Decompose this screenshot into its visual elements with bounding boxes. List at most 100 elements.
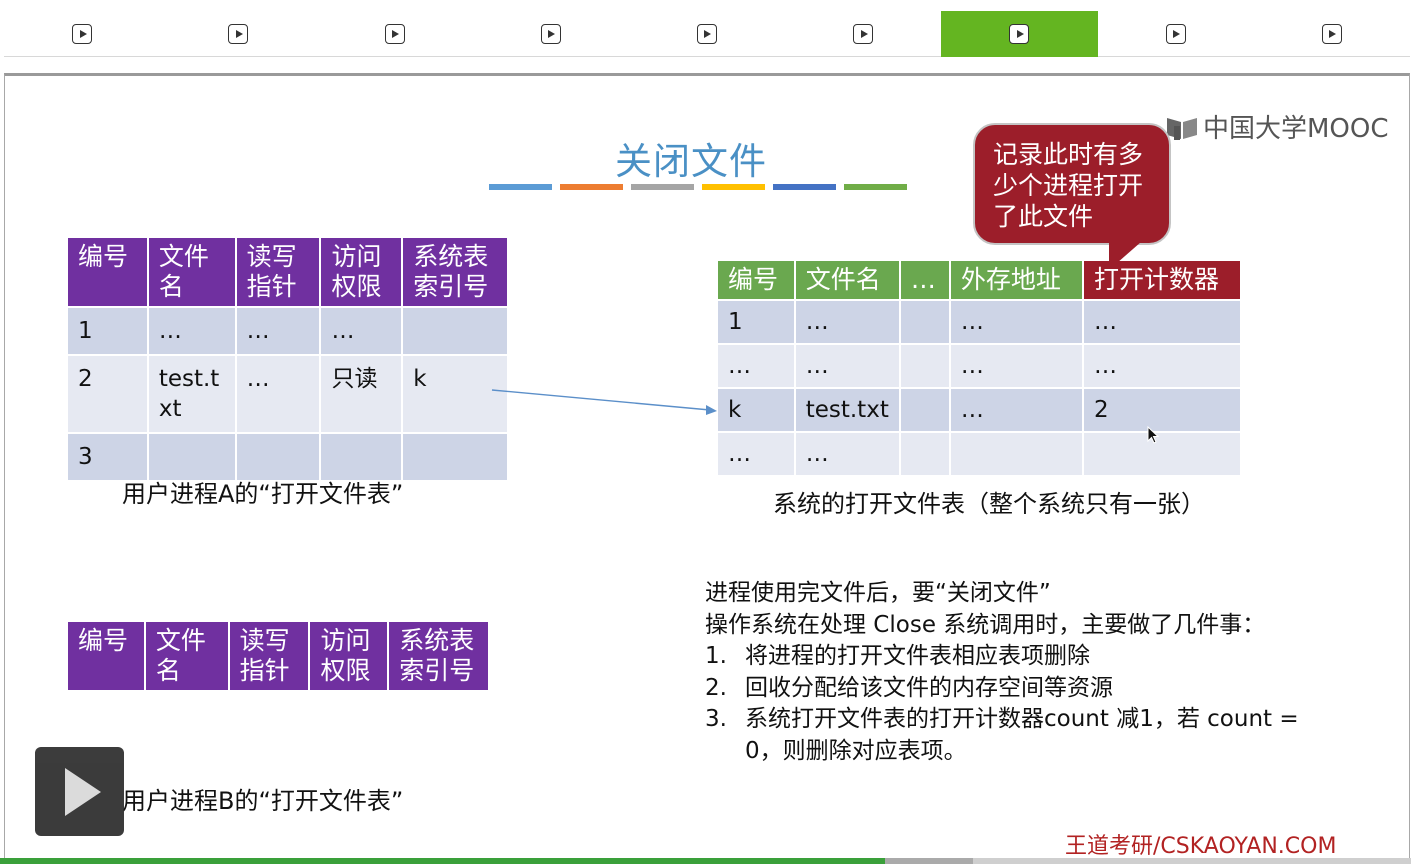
table-cell: … — [235, 306, 322, 355]
process-a-caption: 用户进程A的“打开文件表” — [122, 480, 404, 508]
play-button[interactable] — [35, 747, 124, 836]
table-cell — [899, 343, 951, 388]
header-text: 文件 — [155, 626, 206, 655]
table-cell: … — [794, 299, 901, 344]
header-text: 名 — [158, 272, 184, 301]
table-row: 1……… — [718, 299, 1242, 344]
header-text: 系统表 — [399, 626, 475, 655]
desc-item: 3. 系统打开文件表的打开计数器count 减1，若 count = 0，则删除… — [705, 704, 1299, 767]
callout-line: 记录此时有多 — [993, 140, 1144, 169]
slide: 中国大学MOOC 关闭文件 记录此时有多 少个进程打开 了此文件 编号 文件名读写… — [4, 73, 1410, 863]
desc-item-num: 2. — [705, 674, 727, 701]
table-cell — [899, 431, 951, 475]
header-text: 访问 — [320, 626, 371, 655]
table-header-cell: 文件名 — [147, 238, 237, 307]
desc-item-text: 将进程的打开文件表相应表项删除 — [745, 643, 1090, 669]
desc-item-text: 系统打开文件表的打开计数器count 减1，若 count = 0，则删除对应表… — [745, 704, 1299, 767]
chapter-nav-item[interactable] — [941, 11, 1098, 57]
desc-item-text-line: 系统打开文件表的打开计数器count 减1，若 count = — [745, 706, 1299, 732]
table-header-cell: 文件名 — [794, 261, 901, 300]
chapter-nav-item[interactable] — [785, 11, 941, 57]
chapter-nav-item[interactable] — [629, 11, 785, 57]
header-text: 系统表 — [413, 242, 489, 271]
mooc-logo: 中国大学MOOC — [1165, 108, 1389, 145]
table-cell: … — [949, 387, 1085, 432]
header-text: 指针 — [239, 656, 290, 685]
table-cell: 1 — [718, 299, 796, 344]
table-cell: … — [1083, 343, 1242, 388]
table-header-cell: 外存地址 — [949, 261, 1085, 300]
system-table-caption: 系统的打开文件表（整个系统只有一张） — [773, 490, 1205, 518]
play-icon — [64, 767, 101, 816]
header-text: 权限 — [331, 272, 382, 301]
header-text: 编号 — [78, 242, 129, 271]
book-logo-icon — [1167, 117, 1197, 140]
callout-line: 少个进程打开 — [993, 171, 1144, 200]
header-text: 读写 — [246, 242, 297, 271]
table-cell: … — [794, 343, 901, 388]
header-text: 索引号 — [413, 272, 489, 301]
header-text: 文件 — [158, 242, 209, 271]
desc-line: 操作系统在处理 Close 系统调用时，主要做了几件事： — [705, 611, 1266, 638]
table-row: 2 test.txt… 只读 k — [68, 354, 509, 433]
mouse-cursor-icon — [1147, 426, 1160, 444]
table-header-cell: 文件名 — [144, 622, 230, 690]
table-cell: k — [718, 387, 796, 432]
desc-item-num: 1. — [705, 643, 727, 669]
title-rule-segment — [702, 184, 765, 190]
table-cell: test.txt — [794, 387, 901, 432]
table-cell: 2 — [68, 354, 149, 433]
table-header-cell: … — [899, 261, 951, 300]
header-text: 指针 — [246, 272, 297, 301]
chapter-nav-item[interactable] — [1098, 11, 1254, 57]
table-cell — [320, 432, 404, 480]
callout-bubble: 记录此时有多 少个进程打开 了此文件 — [973, 123, 1171, 245]
table-header-cell: 编号 — [68, 238, 149, 307]
table-header-cell: 打开计数器 — [1083, 261, 1242, 300]
slide-title: 关闭文件 — [615, 140, 767, 183]
chapter-nav-item[interactable] — [1254, 11, 1410, 57]
table-row: 1……… — [68, 306, 509, 355]
header-text: 编号 — [78, 626, 129, 655]
play-square-icon — [72, 24, 93, 44]
mooc-logo-text: 中国大学MOOC — [1203, 114, 1389, 144]
table-header-cell: 系统表 索引号 — [402, 238, 509, 307]
table-cell — [235, 432, 322, 480]
close-steps-description: 进程使用完文件后，要“关闭文件” 操作系统在处理 Close 系统调用时，主要做… — [705, 578, 1299, 767]
table-row: ………… — [718, 343, 1242, 388]
table-cell: 1 — [68, 306, 149, 355]
process-b-open-file-table: 编号 文件名读写 指针 访问 权限 系统表 索引号 — [68, 622, 490, 690]
play-square-icon — [1009, 24, 1030, 44]
header-text: 名 — [155, 656, 181, 685]
table-cell: 3 — [68, 432, 149, 480]
chapter-nav-item[interactable] — [473, 11, 629, 57]
header-text: 索引号 — [399, 656, 475, 685]
chapter-nav-item[interactable] — [160, 11, 316, 57]
header-text: 权限 — [320, 656, 371, 685]
table-header-cell: 系统表 索引号 — [388, 622, 490, 690]
desc-item: 2. 回收分配给该文件的内存空间等资源 — [705, 673, 1299, 705]
table-cell — [899, 387, 951, 432]
chapter-nav-item[interactable] — [4, 11, 160, 57]
desc-line: 进程使用完文件后，要“关闭文件” — [705, 580, 1051, 606]
table-cell: 只读 — [320, 354, 404, 433]
table-cell: … — [147, 306, 237, 355]
table-cell — [1083, 431, 1242, 475]
table-cell: 2 — [1083, 387, 1242, 432]
chapter-nav-item[interactable] — [316, 11, 472, 57]
header-text: 读写 — [239, 626, 290, 655]
table-cell: test.txt — [147, 354, 237, 433]
header-text: 访问 — [331, 242, 382, 271]
index-arrow — [491, 389, 717, 415]
table-cell: … — [718, 343, 796, 388]
table-cell — [949, 431, 1085, 475]
table-header-cell: 访问 权限 — [309, 622, 390, 690]
table-cell: … — [949, 299, 1085, 344]
play-square-icon — [696, 24, 717, 44]
desc-item-num: 3. — [705, 706, 727, 732]
title-rule-segment — [631, 184, 694, 190]
table-row: …… — [718, 431, 1242, 475]
system-open-file-table: 编号 文件名… 外存地址 打开计数器 1………………… k test.txt… 2…… — [718, 261, 1242, 475]
title-rule-segment — [773, 184, 836, 190]
video-progress-bar[interactable] — [0, 858, 1411, 864]
